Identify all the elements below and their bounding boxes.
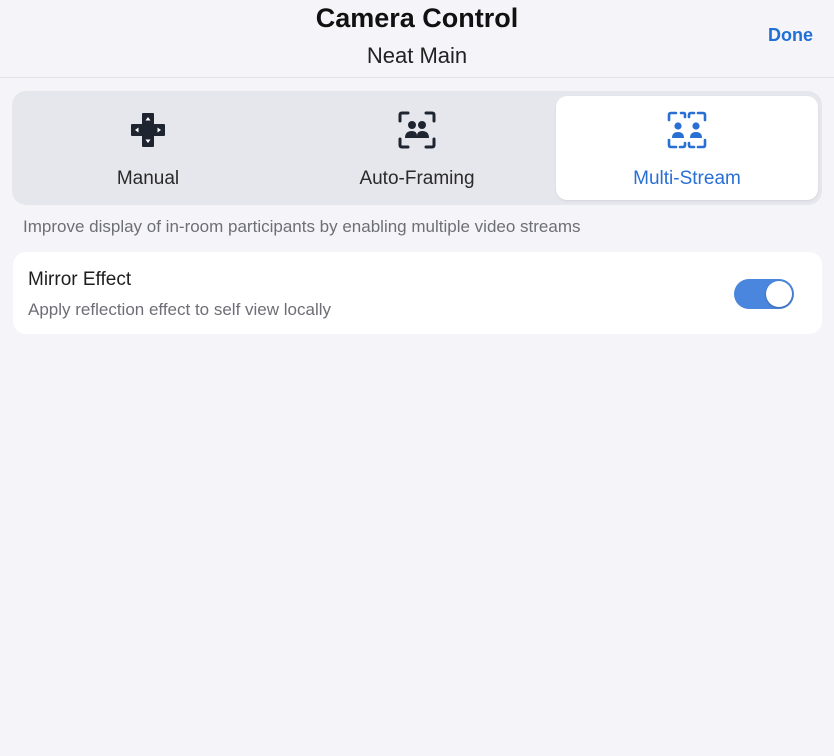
mode-description: Improve display of in-room participants …: [23, 217, 581, 236]
mode-label-auto-framing: Auto-Framing: [359, 168, 475, 189]
mode-tab-manual[interactable]: Manual: [17, 96, 279, 200]
multi-stream-icon: [667, 110, 707, 150]
dpad-icon: [128, 110, 168, 150]
page-subtitle: Neat Main: [366, 43, 468, 68]
mirror-effect-subtitle: Apply reflection effect to self view loc…: [28, 300, 331, 319]
auto-framing-icon: [397, 110, 437, 150]
mode-tab-auto-framing[interactable]: Auto-Framing: [286, 96, 548, 200]
header-bar: Camera Control Neat Main Done: [0, 0, 834, 78]
mode-label-manual: Manual: [116, 168, 180, 189]
done-button[interactable]: Done: [768, 25, 813, 46]
mirror-effect-toggle[interactable]: [734, 279, 794, 309]
mode-label-multi-stream: Multi-Stream: [633, 168, 741, 189]
page-title: Camera Control: [315, 3, 519, 33]
mode-tab-multi-stream[interactable]: Multi-Stream: [556, 96, 818, 200]
mirror-effect-title: Mirror Effect: [28, 269, 132, 290]
mirror-effect-row: Mirror Effect Apply reflection effect to…: [13, 252, 822, 334]
camera-mode-selector: Manual Auto-Framing Multi-Stream: [12, 91, 822, 205]
toggle-knob: [766, 281, 792, 307]
